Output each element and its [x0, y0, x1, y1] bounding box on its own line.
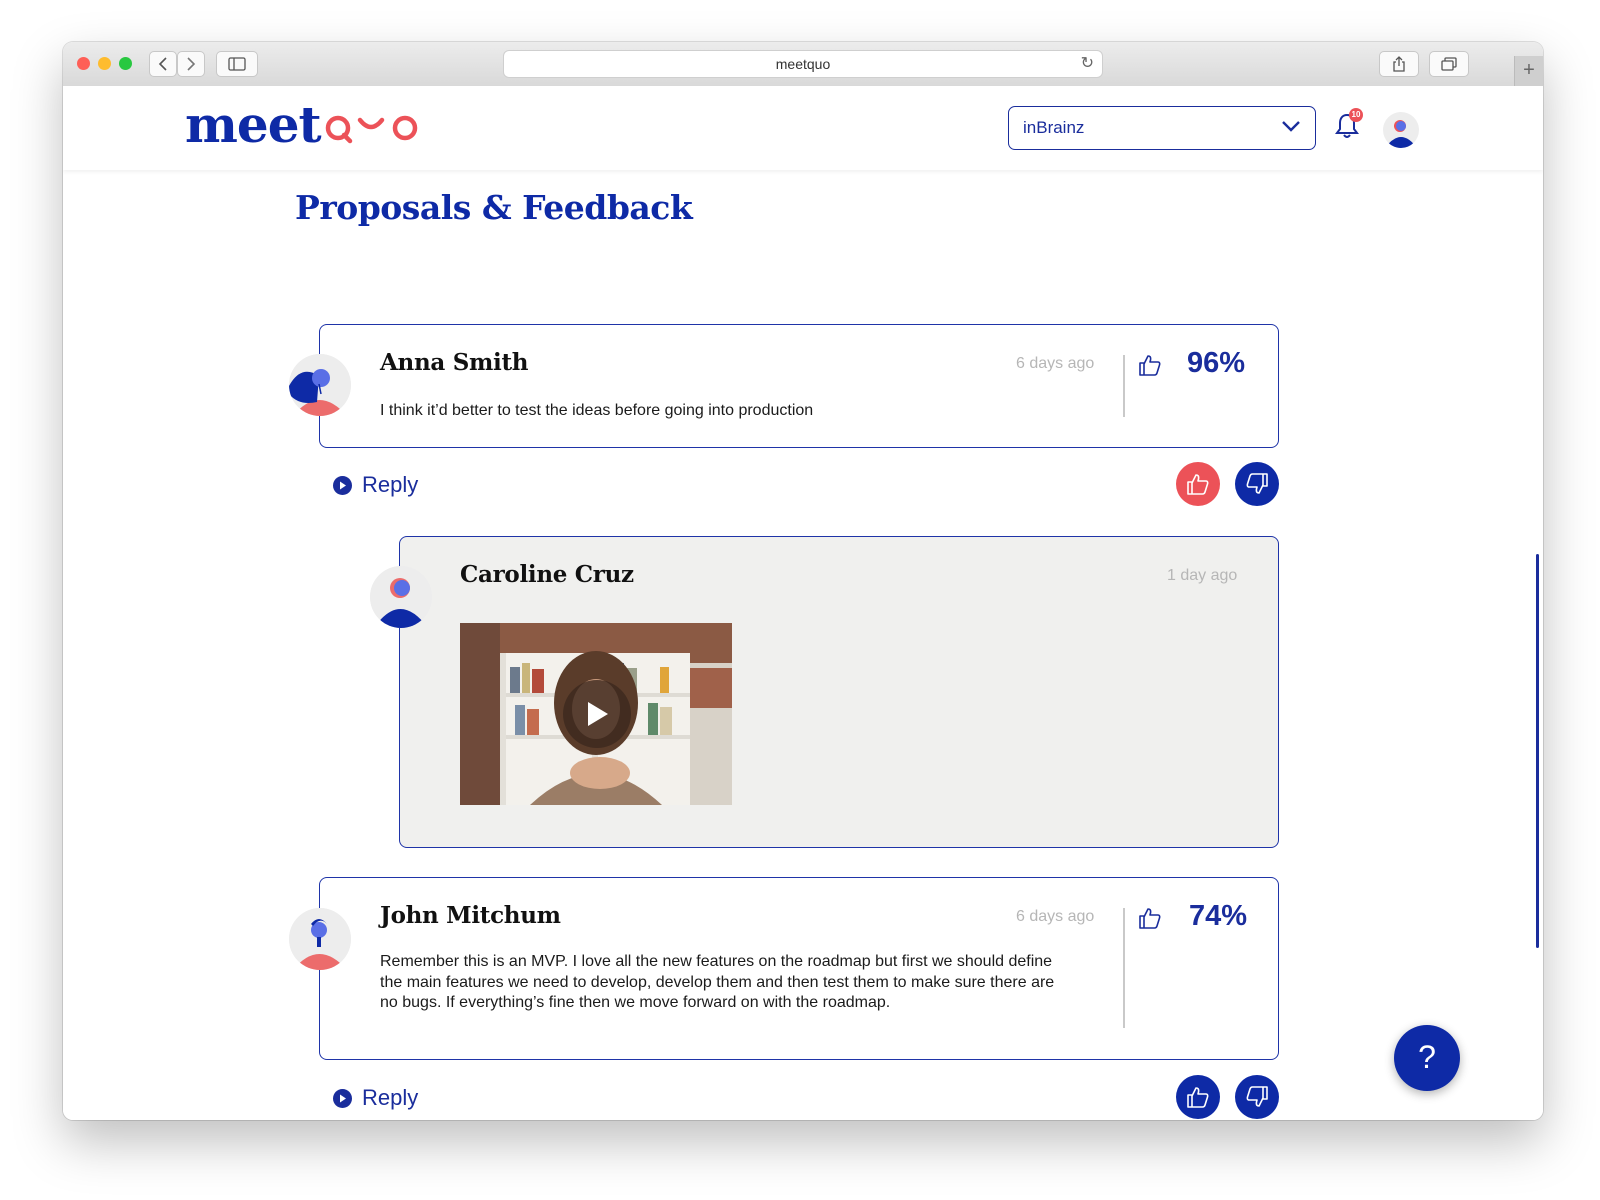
user-avatar-icon: [1383, 112, 1419, 148]
page-title: Proposals & Feedback: [295, 188, 693, 227]
thumbs-up-icon: [1187, 1087, 1209, 1108]
close-window-button[interactable]: [77, 57, 90, 70]
comment-author: John Mitchum: [380, 902, 561, 929]
browser-titlebar: meetquo ↻ +: [63, 42, 1543, 87]
approval-percentage: 96%: [1187, 347, 1246, 379]
thumbs-up-icon: [1187, 474, 1209, 495]
caroline-avatar-icon: [370, 566, 432, 628]
new-tab-button[interactable]: +: [1514, 56, 1543, 86]
sidebar-toggle-button[interactable]: [216, 51, 258, 77]
reply-button[interactable]: Reply: [333, 1085, 418, 1111]
logo-text-meet: meet: [185, 94, 322, 154]
comment-time: 6 days ago: [1016, 908, 1095, 925]
reply-label: Reply: [362, 1085, 419, 1110]
downvote-button[interactable]: [1235, 1075, 1279, 1119]
user-avatar[interactable]: [1383, 112, 1419, 148]
back-button[interactable]: [149, 51, 177, 77]
zoom-window-button[interactable]: [119, 57, 132, 70]
card-divider: [1123, 355, 1125, 417]
thumbs-up-icon: [1139, 908, 1161, 929]
comment-author: Caroline Cruz: [460, 561, 634, 588]
help-button[interactable]: ?: [1394, 1025, 1460, 1091]
comment-card: John Mitchum 6 days ago Remember this is…: [319, 877, 1279, 1060]
author-avatar: [370, 566, 432, 628]
downvote-button[interactable]: [1235, 462, 1279, 506]
video-attachment[interactable]: [460, 623, 732, 805]
organization-select-value: inBrainz: [1023, 118, 1085, 137]
chevron-right-icon: [187, 57, 196, 71]
reply-comment-card: Caroline Cruz 1 day ago: [399, 536, 1279, 848]
comment-text: I think it’d better to test the ideas be…: [380, 402, 814, 419]
john-avatar-icon: [289, 908, 351, 970]
reply-button[interactable]: Reply: [333, 472, 418, 498]
chevron-left-icon: [158, 57, 167, 71]
tabs-overview-button[interactable]: [1429, 51, 1469, 77]
play-icon: [588, 702, 608, 726]
anna-avatar-icon: [289, 354, 351, 416]
sidebar-icon: [228, 57, 246, 71]
meetquo-logo[interactable]: meet: [185, 94, 420, 154]
thumbs-up-icon: [1139, 355, 1161, 376]
play-video-button[interactable]: [563, 680, 631, 748]
card-divider: [1123, 908, 1125, 1028]
organization-select[interactable]: inBrainz: [1008, 106, 1316, 150]
upvote-button[interactable]: [1176, 1075, 1220, 1119]
author-avatar: [289, 908, 351, 970]
tabs-icon: [1441, 57, 1457, 71]
forward-button[interactable]: [177, 51, 205, 77]
address-bar[interactable]: meetquo ↻: [503, 50, 1103, 78]
comment-text: Remember this is an MVP. I love all the …: [380, 953, 1055, 1011]
chevron-down-icon: [1282, 121, 1300, 132]
comment-author: Anna Smith: [380, 349, 529, 376]
app-content: meet inBrainz 10 Proposals & Feedback An…: [63, 86, 1543, 1120]
reload-icon[interactable]: ↻: [1081, 52, 1094, 76]
play-circle-icon: [333, 1088, 352, 1108]
share-button[interactable]: [1379, 51, 1419, 77]
notification-count-badge: 10: [1349, 108, 1363, 122]
url-text: meetquo: [775, 56, 831, 72]
upvote-button[interactable]: [1176, 462, 1220, 506]
play-circle-icon: [333, 475, 352, 495]
logo-quo-mark: [325, 115, 417, 144]
share-icon: [1393, 56, 1405, 72]
thumbs-down-icon: [1246, 1086, 1268, 1107]
minimize-window-button[interactable]: [98, 57, 111, 70]
comment-time: 1 day ago: [1167, 567, 1238, 584]
author-avatar: [289, 354, 351, 416]
browser-window: meetquo ↻ + meet inBrainz 10 Proposals &…: [63, 42, 1543, 1120]
thumbs-down-icon: [1246, 473, 1268, 494]
scrollbar[interactable]: [1536, 554, 1539, 948]
comment-card: Anna Smith 6 days ago I think it’d bette…: [319, 324, 1279, 448]
comment-time: 6 days ago: [1016, 355, 1095, 372]
reply-label: Reply: [362, 472, 419, 497]
approval-percentage: 74%: [1189, 900, 1248, 932]
app-header: meet inBrainz 10: [63, 86, 1543, 170]
